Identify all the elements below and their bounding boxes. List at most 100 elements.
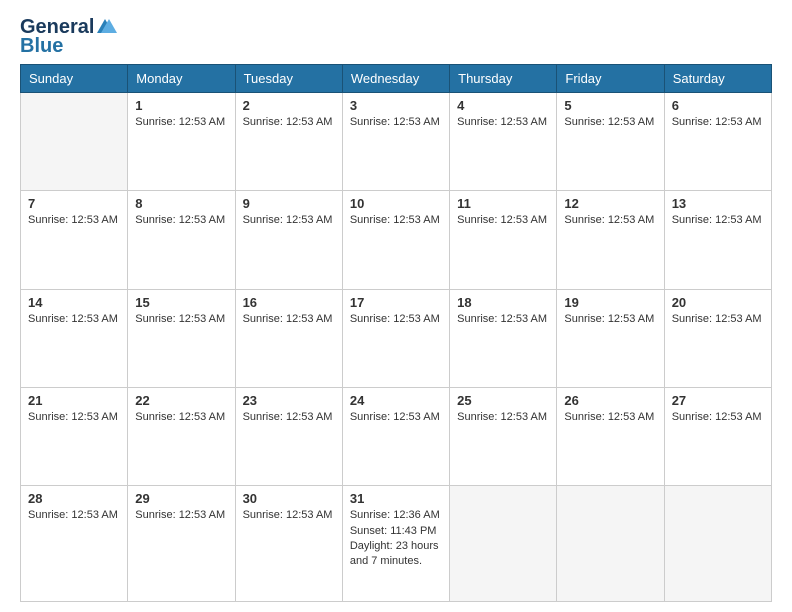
day-number: 3 bbox=[350, 98, 442, 113]
sunrise-info: Sunrise: 12:53 AM bbox=[457, 312, 549, 327]
calendar-cell: 23 Sunrise: 12:53 AM bbox=[235, 387, 342, 485]
calendar-cell: 21 Sunrise: 12:53 AM bbox=[21, 387, 128, 485]
calendar-cell: 25 Sunrise: 12:53 AM bbox=[450, 387, 557, 485]
calendar-cell: 13 Sunrise: 12:53 AM bbox=[664, 191, 771, 289]
sunrise-info: Sunrise: 12:53 AM bbox=[135, 115, 227, 130]
sunrise-info: Sunrise: 12:53 AM bbox=[350, 410, 442, 425]
sunrise-info: Sunrise: 12:53 AM bbox=[350, 115, 442, 130]
calendar-cell: 16Sunrise: 12:53 AM bbox=[235, 289, 342, 387]
calendar-cell: 4 Sunrise: 12:53 AM bbox=[450, 93, 557, 191]
calendar-cell: 6Sunrise: 12:53 AM bbox=[664, 93, 771, 191]
calendar-cell: 24 Sunrise: 12:53 AM bbox=[342, 387, 449, 485]
sunrise-info: Sunrise: 12:53 AM bbox=[243, 410, 335, 425]
calendar-cell: 3 Sunrise: 12:53 AM bbox=[342, 93, 449, 191]
sunrise-info: Sunrise: 12:53 AM bbox=[350, 213, 442, 228]
calendar-cell: 31Sunrise: 12:36 AMSunset: 11:43 PMDayli… bbox=[342, 486, 449, 602]
sunrise-info: Sunrise: 12:53 AM bbox=[350, 312, 442, 327]
col-friday: Friday bbox=[557, 65, 664, 93]
logo-icon bbox=[97, 15, 119, 37]
calendar-cell bbox=[21, 93, 128, 191]
week-row-4: 21Sunrise: 12:53 AM22Sunrise: 12:53 AM23… bbox=[21, 387, 772, 485]
day-number: 9 bbox=[243, 196, 335, 211]
sunrise-info: Sunrise: 12:53 AM bbox=[243, 312, 335, 327]
calendar-cell: 27 Sunrise: 12:53 AM bbox=[664, 387, 771, 485]
sunrise-info: Sunrise: 12:53 AM bbox=[28, 508, 120, 523]
calendar-cell: 12 Sunrise: 12:53 AM bbox=[557, 191, 664, 289]
sunrise-info: Sunrise: 12:53 AM bbox=[243, 213, 335, 228]
sunrise-info: Sunrise: 12:53 AM bbox=[28, 312, 120, 327]
calendar-cell bbox=[450, 486, 557, 602]
day-number: 7 bbox=[28, 196, 120, 211]
day-number: 22 bbox=[135, 393, 227, 408]
day-number: 25 bbox=[457, 393, 549, 408]
col-wednesday: Wednesday bbox=[342, 65, 449, 93]
col-tuesday: Tuesday bbox=[235, 65, 342, 93]
calendar-cell: 26 Sunrise: 12:53 AM bbox=[557, 387, 664, 485]
col-saturday: Saturday bbox=[664, 65, 771, 93]
week-row-5: 28 Sunrise: 12:53 AM 29 Sunrise: 12:53 AM 30… bbox=[21, 486, 772, 602]
week-row-3: 14Sunrise: 12:53 AM15Sunrise: 12:53 AM16… bbox=[21, 289, 772, 387]
sunrise-info: Sunrise: 12:53 AM bbox=[672, 410, 764, 425]
calendar-cell: 22Sunrise: 12:53 AM bbox=[128, 387, 235, 485]
sunrise-info: Sunrise: 12:53 AM bbox=[564, 213, 656, 228]
calendar-cell: 30Sunrise: 12:53 AM bbox=[235, 486, 342, 602]
calendar-cell: 8Sunrise: 12:53 AM bbox=[128, 191, 235, 289]
day-number: 17 bbox=[350, 295, 442, 310]
calendar-cell: 19Sunrise: 12:53 AM bbox=[557, 289, 664, 387]
day-number: 20 bbox=[672, 295, 764, 310]
calendar-cell: 29 Sunrise: 12:53 AM bbox=[128, 486, 235, 602]
day-number: 29 bbox=[135, 491, 227, 506]
calendar-cell: 1Sunrise: 12:53 AM bbox=[128, 93, 235, 191]
logo: General Blue bbox=[20, 16, 119, 58]
day-number: 24 bbox=[350, 393, 442, 408]
sunrise-info: Sunrise: 12:53 AM bbox=[672, 312, 764, 327]
sunrise-info: Sunrise: 12:53 AM bbox=[672, 115, 764, 130]
day-number: 31 bbox=[350, 491, 442, 506]
calendar-cell: 14 Sunrise: 12:53 AM bbox=[21, 289, 128, 387]
day-number: 5 bbox=[564, 98, 656, 113]
calendar-cell bbox=[557, 486, 664, 602]
sunrise-info: Sunrise: 12:53 AM bbox=[457, 115, 549, 130]
day-number: 23 bbox=[243, 393, 335, 408]
day-number: 27 bbox=[672, 393, 764, 408]
calendar-cell: 7Sunrise: 12:53 AM bbox=[21, 191, 128, 289]
day-number: 26 bbox=[564, 393, 656, 408]
sunrise-info: Sunrise: 12:53 AM bbox=[457, 410, 549, 425]
day-number: 10 bbox=[350, 196, 442, 211]
sunrise-info: Sunrise: 12:53 AM bbox=[564, 115, 656, 130]
calendar-header-row: Sunday Monday Tuesday Wednesday Thursday… bbox=[21, 65, 772, 93]
calendar-cell: 5 Sunrise: 12:53 AM bbox=[557, 93, 664, 191]
calendar-table: Sunday Monday Tuesday Wednesday Thursday… bbox=[20, 64, 772, 602]
logo-blue: Blue bbox=[20, 35, 63, 58]
calendar-cell: 10 Sunrise: 12:53 AM bbox=[342, 191, 449, 289]
sunrise-info: Sunrise: 12:53 AM bbox=[28, 410, 120, 425]
day-number: 14 bbox=[28, 295, 120, 310]
day-number: 11 bbox=[457, 196, 549, 211]
calendar-cell: 11 Sunrise: 12:53 AM bbox=[450, 191, 557, 289]
sunrise-info: Sunrise: 12:53 AM bbox=[564, 410, 656, 425]
header: General Blue bbox=[20, 16, 772, 58]
week-row-2: 7Sunrise: 12:53 AM8Sunrise: 12:53 AM9Sun… bbox=[21, 191, 772, 289]
sunrise-info: Sunrise: 12:53 AM bbox=[135, 508, 227, 523]
calendar-cell: 20 Sunrise: 12:53 AM bbox=[664, 289, 771, 387]
day-number: 12 bbox=[564, 196, 656, 211]
sunrise-info: Sunrise: 12:53 AM bbox=[135, 312, 227, 327]
calendar-cell: 2 Sunrise: 12:53 AM bbox=[235, 93, 342, 191]
day-number: 8 bbox=[135, 196, 227, 211]
sunrise-info: Sunrise: 12:53 AM bbox=[672, 213, 764, 228]
week-row-1: 1Sunrise: 12:53 AM 2 Sunrise: 12:53 AM 3 Sun… bbox=[21, 93, 772, 191]
sunrise-info: Sunrise: 12:53 AM bbox=[457, 213, 549, 228]
day-number: 18 bbox=[457, 295, 549, 310]
day-number: 21 bbox=[28, 393, 120, 408]
day-number: 15 bbox=[135, 295, 227, 310]
day-number: 28 bbox=[28, 491, 120, 506]
day-number: 2 bbox=[243, 98, 335, 113]
calendar-cell: 15 Sunrise: 12:53 AM bbox=[128, 289, 235, 387]
calendar-cell bbox=[664, 486, 771, 602]
day-number: 13 bbox=[672, 196, 764, 211]
sunrise-info: Sunrise: 12:53 AM bbox=[564, 312, 656, 327]
sunrise-info: Sunrise: 12:53 AM bbox=[243, 115, 335, 130]
day-number: 4 bbox=[457, 98, 549, 113]
calendar-cell: 28 Sunrise: 12:53 AM bbox=[21, 486, 128, 602]
col-monday: Monday bbox=[128, 65, 235, 93]
